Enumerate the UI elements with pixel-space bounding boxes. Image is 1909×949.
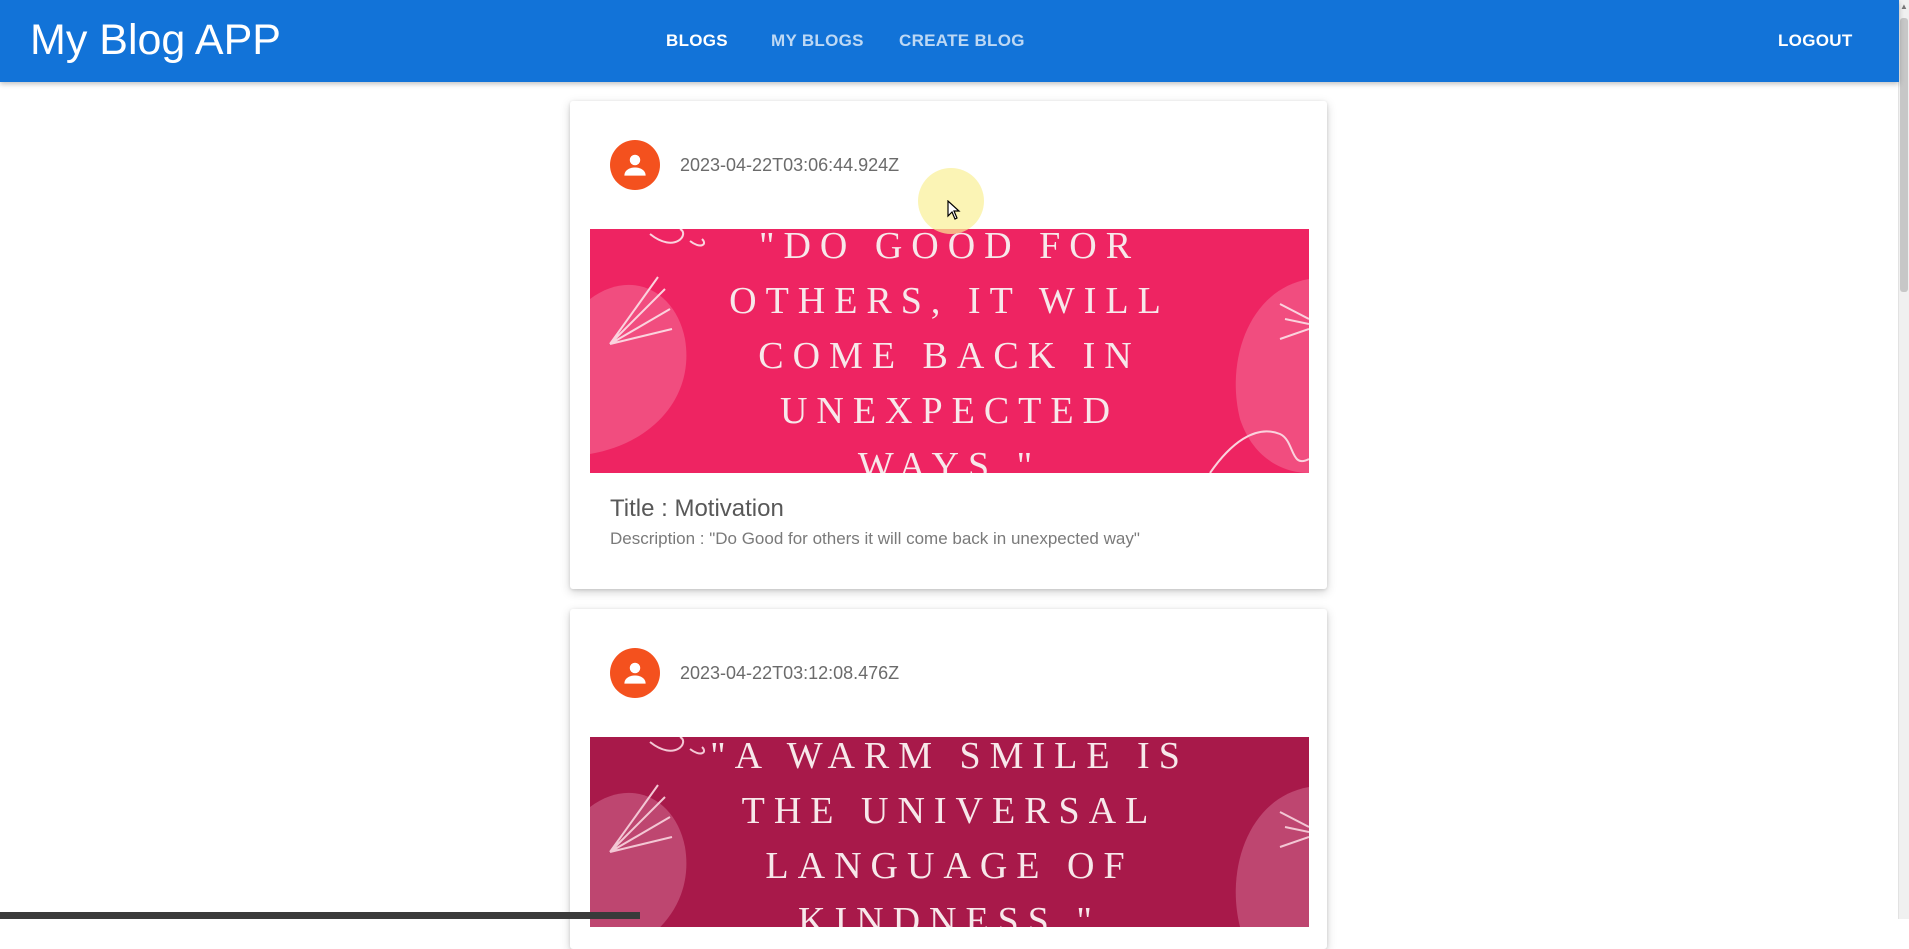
post-date: 2023-04-22T03:06:44.924Z <box>680 155 900 175</box>
post-date: 2023-04-22T03:12:08.476Z <box>680 663 900 683</box>
person-icon <box>624 154 646 176</box>
bottom-overlay-bar <box>0 912 640 919</box>
page-scrollbar[interactable]: ▲ <box>1898 0 1909 919</box>
avatar <box>610 140 660 190</box>
blog-card: 2023-04-22T03:12:08.476Z "A WARM SMILE I… <box>570 609 1327 949</box>
nav-blogs[interactable]: BLOGS <box>666 31 728 51</box>
post-image-quote: "A WARM SMILE IS THE UNIVERSAL LANGUAGE … <box>710 737 1189 927</box>
app-bar: My Blog APP BLOGS MY BLOGS CREATE BLOG L… <box>0 0 1899 82</box>
logout-button[interactable]: LOGOUT <box>1778 31 1853 51</box>
avatar <box>610 648 660 698</box>
scroll-up-arrow-icon[interactable]: ▲ <box>1900 2 1908 12</box>
nav-my-blogs[interactable]: MY BLOGS <box>771 31 864 51</box>
person-icon <box>624 662 646 684</box>
card-header: 2023-04-22T03:12:08.476Z <box>570 609 1327 715</box>
nav-blogs-wrap: BLOGS <box>666 0 728 82</box>
nav-logout-wrap: LOGOUT <box>1778 0 1853 82</box>
nav-create-blog[interactable]: CREATE BLOG <box>899 31 1025 51</box>
post-image: "DO GOOD FOR OTHERS, IT WILL COME BACK I… <box>590 229 1309 473</box>
post-image-quote: "DO GOOD FOR OTHERS, IT WILL COME BACK I… <box>729 229 1170 473</box>
app-title[interactable]: My Blog APP <box>30 14 281 66</box>
post-description: Description : "Do Good for others it wil… <box>610 529 1140 548</box>
scroll-thumb[interactable] <box>1900 18 1908 292</box>
nav-create-blog-wrap: CREATE BLOG <box>899 0 1025 82</box>
nav-my-blogs-wrap: MY BLOGS <box>771 0 864 82</box>
post-title: Title : Motivation <box>610 495 784 522</box>
mouse-cursor-icon <box>947 200 961 220</box>
post-image: "A WARM SMILE IS THE UNIVERSAL LANGUAGE … <box>590 737 1309 927</box>
